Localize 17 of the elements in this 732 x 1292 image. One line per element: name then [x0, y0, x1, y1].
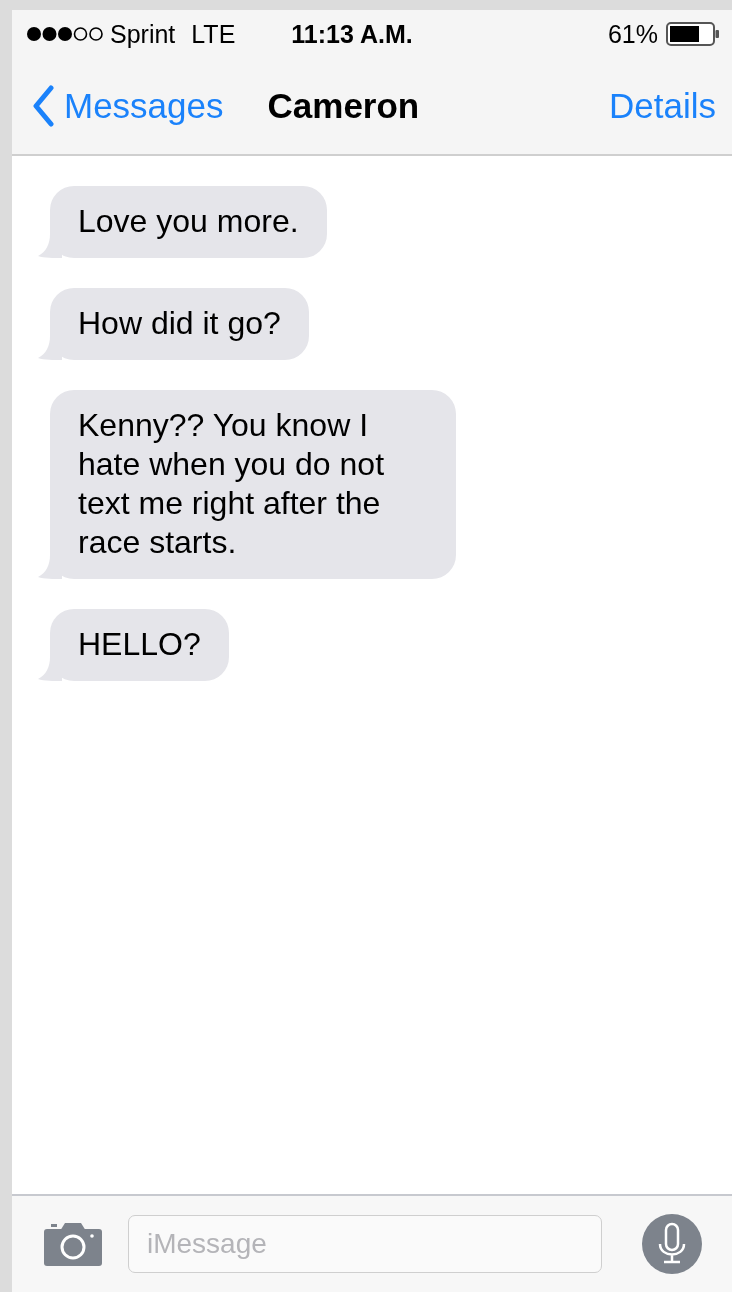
signal-icon	[26, 26, 104, 42]
message-input[interactable]: iMessage	[128, 1215, 602, 1273]
back-button[interactable]: Messages	[32, 85, 224, 127]
battery-icon	[666, 22, 720, 46]
details-link[interactable]: Details	[609, 86, 716, 126]
network-type: LTE	[191, 19, 236, 49]
chevron-left-icon	[32, 85, 54, 127]
bubble-tail-icon	[38, 234, 62, 258]
bubble-tail-icon	[38, 336, 62, 360]
carrier-name: Sprint	[110, 19, 176, 49]
microphone-icon[interactable]	[642, 1214, 702, 1274]
battery-percent: 61%	[607, 19, 658, 49]
bubble-tail-icon	[38, 555, 62, 579]
camera-icon[interactable]	[44, 1222, 102, 1266]
bubble-tail-icon	[38, 657, 62, 681]
contact-name: Cameron	[267, 86, 420, 126]
clock-time: 11:13 A.M.	[291, 19, 413, 49]
